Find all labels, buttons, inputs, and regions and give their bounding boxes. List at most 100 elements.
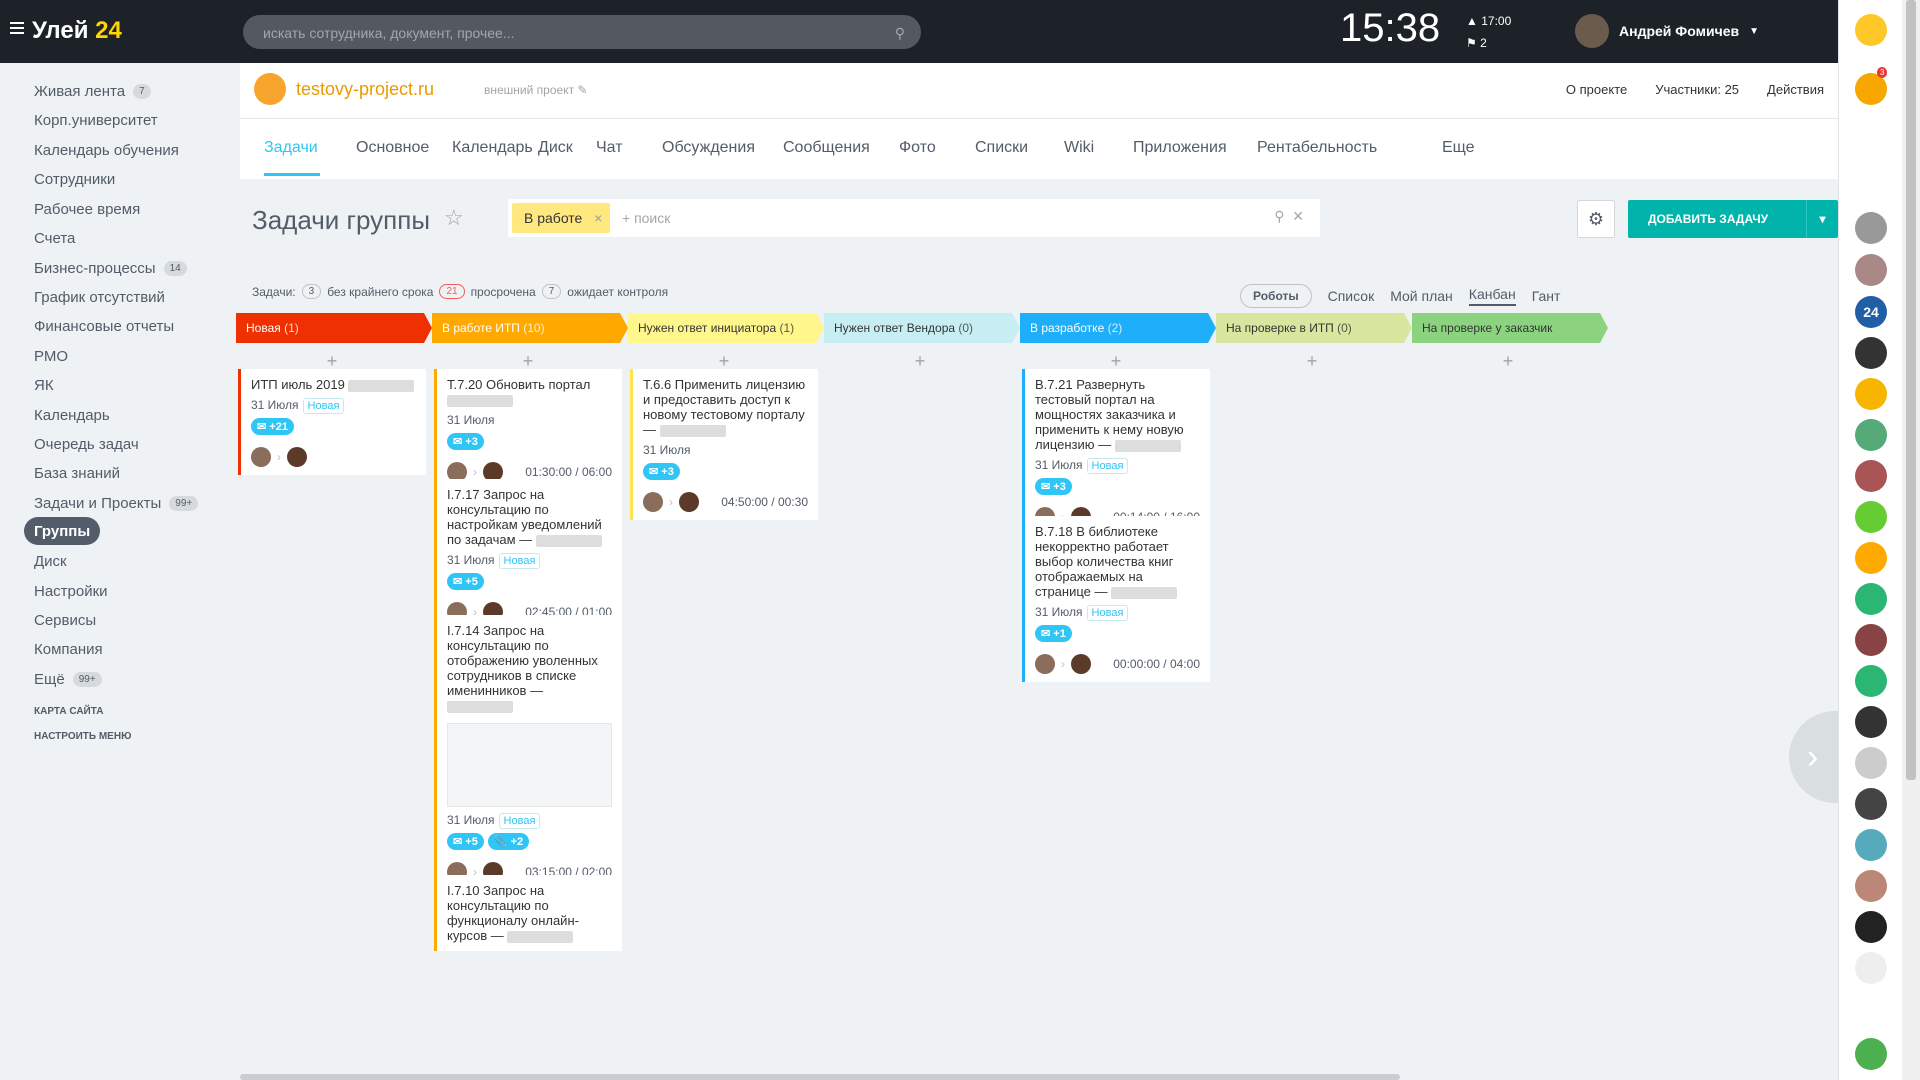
contact-avatar[interactable] bbox=[1855, 171, 1887, 203]
contact-avatar[interactable] bbox=[1855, 542, 1887, 574]
menu-item-18[interactable]: Сервисы bbox=[24, 606, 106, 634]
avatar[interactable] bbox=[643, 492, 663, 512]
menu-item-14[interactable]: Задачи и Проекты 99+ bbox=[24, 489, 208, 517]
column-header[interactable]: Нужен ответ инициатора (1) bbox=[628, 313, 824, 343]
contact-avatar[interactable] bbox=[1855, 419, 1887, 451]
checklist-chip[interactable]: ✉ +3 bbox=[1035, 478, 1072, 495]
contact-avatar[interactable] bbox=[1855, 624, 1887, 656]
settings-button[interactable]: ⚙ bbox=[1577, 200, 1615, 238]
menu-item-16[interactable]: Диск bbox=[24, 547, 77, 575]
avatar[interactable] bbox=[679, 492, 699, 512]
tab-10[interactable]: Приложения bbox=[1133, 139, 1227, 157]
menu-item-10[interactable]: ЯК bbox=[24, 371, 64, 399]
column-header[interactable]: На проверке в ИТП (0) bbox=[1216, 313, 1412, 343]
tab-5[interactable]: Обсуждения bbox=[662, 139, 755, 157]
add-task-button[interactable]: ДОБАВИТЬ ЗАДАЧУ ▾ bbox=[1628, 200, 1838, 238]
contact-avatar[interactable] bbox=[1855, 378, 1887, 410]
members-link[interactable]: Участники: 25 bbox=[1655, 82, 1739, 97]
tab-12[interactable]: Еще bbox=[1442, 139, 1475, 157]
tab-2[interactable]: Календарь bbox=[452, 139, 533, 157]
about-link[interactable]: О проекте bbox=[1566, 82, 1627, 97]
user-menu[interactable]: Андрей Фомичев ▼ bbox=[1575, 14, 1759, 48]
avatar[interactable] bbox=[251, 447, 271, 467]
filter-search[interactable]: В работе × + поиск ⚲ ✕ bbox=[508, 199, 1320, 237]
checklist-chip[interactable]: ✉ +5 bbox=[447, 833, 484, 850]
view-kanban[interactable]: Канбан bbox=[1468, 286, 1516, 306]
chevron-down-icon[interactable]: ▾ bbox=[1806, 200, 1838, 238]
menu-item-12[interactable]: Очередь задач bbox=[24, 430, 149, 458]
menu-item-4[interactable]: Рабочее время bbox=[24, 195, 150, 223]
card-title[interactable]: В.7.21 Развернуть тестовый портал на мощ… bbox=[1035, 377, 1200, 452]
phone-icon[interactable] bbox=[1855, 1038, 1887, 1070]
robots-button[interactable]: Роботы bbox=[1240, 284, 1312, 308]
menu-item-5[interactable]: Счета bbox=[24, 224, 85, 252]
menu-item-3[interactable]: Сотрудники bbox=[24, 165, 125, 193]
contact-avatar[interactable] bbox=[1855, 706, 1887, 738]
contact-avatar[interactable] bbox=[1855, 460, 1887, 492]
card-title[interactable]: I.7.17 Запрос на консультацию по настрой… bbox=[447, 487, 612, 547]
task-card[interactable]: ИТП июль 2019 31 Июля Новая ✉ +21 › bbox=[238, 369, 426, 475]
contact-avatar[interactable] bbox=[1855, 829, 1887, 861]
contact-avatar[interactable] bbox=[1855, 993, 1887, 1025]
view-gantt[interactable]: Гант bbox=[1532, 288, 1561, 304]
card-title[interactable]: ИТП июль 2019 bbox=[251, 377, 416, 392]
avatar[interactable] bbox=[1071, 654, 1091, 674]
menu-item-20[interactable]: Ещё 99+ bbox=[24, 665, 112, 693]
card-title[interactable]: I.7.14 Запрос на консультацию по отображ… bbox=[447, 623, 612, 713]
project-logo[interactable] bbox=[254, 73, 286, 105]
global-search-input[interactable]: искать сотрудника, документ, прочее... ⚲ bbox=[243, 15, 921, 49]
column-header[interactable]: В разработке (2) bbox=[1020, 313, 1216, 343]
card-thumbnail[interactable] bbox=[447, 723, 612, 807]
checklist-chip[interactable]: ✉ +21 bbox=[251, 418, 294, 435]
column-header[interactable]: Новая (1) bbox=[236, 313, 432, 343]
menu-item-2[interactable]: Календарь обучения bbox=[24, 136, 189, 164]
card-title[interactable]: I.7.10 Запрос на консультацию по функцио… bbox=[447, 883, 612, 943]
counter-badge[interactable]: 3 bbox=[301, 284, 322, 299]
close-icon[interactable]: ✕ bbox=[1292, 208, 1304, 224]
contact-avatar[interactable] bbox=[1855, 870, 1887, 902]
sitemap-link[interactable]: КАРТА САЙТА bbox=[34, 706, 103, 717]
checklist-chip[interactable]: ✉ +1 bbox=[1035, 625, 1072, 642]
menu-item-9[interactable]: РМО bbox=[24, 342, 78, 370]
task-card[interactable]: I.7.10 Запрос на консультацию по функцио… bbox=[434, 875, 622, 951]
contact-avatar[interactable] bbox=[1855, 788, 1887, 820]
contact-avatar[interactable] bbox=[1855, 254, 1887, 286]
tab-11[interactable]: Рентабельность bbox=[1257, 139, 1377, 157]
star-icon[interactable]: ☆ bbox=[444, 205, 464, 231]
menu-item-7[interactable]: График отсутствий bbox=[24, 283, 175, 311]
add-card-icon[interactable]: + bbox=[1216, 351, 1408, 372]
search-icon[interactable]: ⚲ bbox=[895, 25, 905, 42]
actions-link[interactable]: Действия bbox=[1767, 82, 1824, 97]
help-icon[interactable] bbox=[1855, 14, 1887, 46]
page-scrollbar[interactable] bbox=[1902, 0, 1920, 1080]
checklist-chip[interactable]: ✉ +5 bbox=[447, 573, 484, 590]
configure-menu-link[interactable]: НАСТРОИТЬ МЕНЮ bbox=[34, 731, 131, 742]
contact-avatar[interactable]: 24 bbox=[1855, 296, 1887, 328]
contact-avatar[interactable] bbox=[1855, 212, 1887, 244]
contact-avatar[interactable] bbox=[1855, 911, 1887, 943]
task-card[interactable]: Т.6.6 Применить лицензию и предоставить … bbox=[630, 369, 818, 520]
card-title[interactable]: Т.6.6 Применить лицензию и предоставить … bbox=[643, 377, 808, 437]
menu-item-0[interactable]: Живая лента 7 bbox=[24, 77, 161, 105]
tab-8[interactable]: Списки bbox=[975, 139, 1028, 157]
menu-icon[interactable] bbox=[10, 22, 24, 34]
menu-item-17[interactable]: Настройки bbox=[24, 577, 118, 605]
tab-6[interactable]: Сообщения bbox=[783, 139, 870, 157]
menu-item-13[interactable]: База знаний bbox=[24, 459, 130, 487]
view-list[interactable]: Список bbox=[1328, 288, 1375, 304]
counter-badge[interactable]: 7 bbox=[541, 284, 562, 299]
bell-icon[interactable]: 3 bbox=[1855, 67, 1888, 105]
menu-item-1[interactable]: Корп.университет bbox=[24, 106, 168, 134]
logo[interactable]: Улей 24 bbox=[32, 17, 122, 45]
tab-1[interactable]: Основное bbox=[356, 139, 429, 157]
counter-badge[interactable]: 21 bbox=[439, 284, 465, 299]
contact-avatar[interactable] bbox=[1855, 952, 1887, 984]
view-myplan[interactable]: Мой план bbox=[1390, 288, 1453, 304]
checklist-chip[interactable]: ✉ +3 bbox=[447, 433, 484, 450]
column-header[interactable]: На проверке у заказчик bbox=[1412, 313, 1608, 343]
menu-item-8[interactable]: Финансовые отчеты bbox=[24, 312, 184, 340]
avatar[interactable] bbox=[1035, 654, 1055, 674]
contact-avatar[interactable] bbox=[1855, 337, 1887, 369]
menu-item-15[interactable]: Группы bbox=[24, 517, 101, 545]
task-card[interactable]: Т.7.20 Обновить портал 31 Июля ✉ +3 › 01:30… bbox=[434, 369, 622, 490]
